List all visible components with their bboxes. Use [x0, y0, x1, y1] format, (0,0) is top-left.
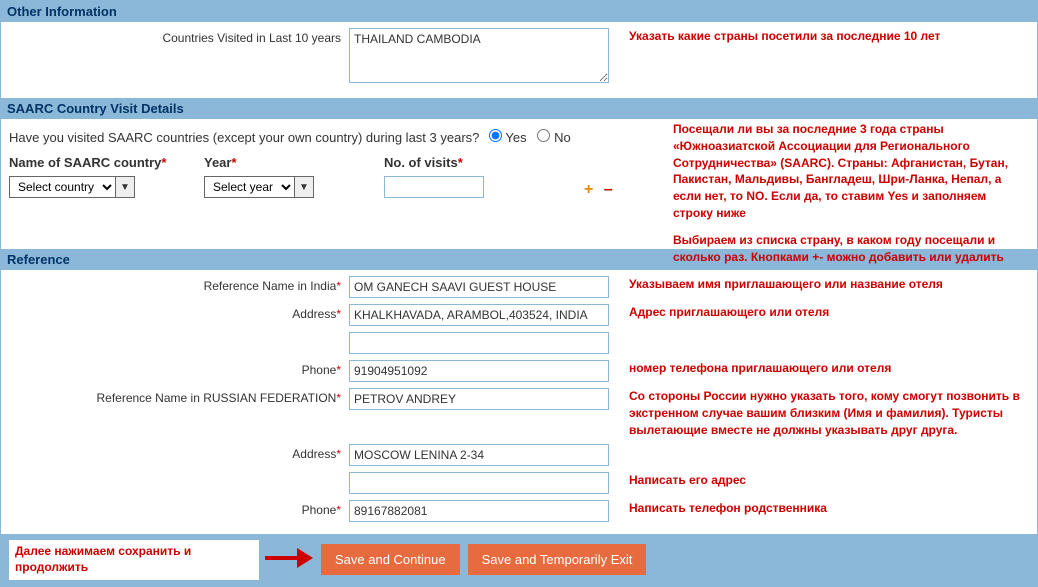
- ref-address-home-input-2[interactable]: [349, 472, 609, 494]
- ref-address-india-input-2[interactable]: [349, 332, 609, 354]
- ref-phone-home-input[interactable]: [349, 500, 609, 522]
- saarc-year-select[interactable]: Select year: [205, 177, 294, 197]
- saarc-yes-label: Yes: [505, 130, 526, 145]
- save-continue-button[interactable]: Save and Continue: [321, 544, 460, 575]
- ref-phone-india-input[interactable]: [349, 360, 609, 382]
- saarc-note-1: Посещали ли вы за последние 3 года стран…: [673, 121, 1025, 222]
- saarc-country-select[interactable]: Select country: [10, 177, 115, 197]
- ref-name-india-label: Reference Name in India: [204, 279, 337, 293]
- ref-name-home-note: Со стороны России нужно указать того, ко…: [619, 388, 1029, 438]
- arrow-right-icon: [263, 544, 313, 575]
- chevron-down-icon: ▼: [115, 177, 134, 197]
- saarc-visits-input[interactable]: [384, 176, 484, 198]
- add-row-icon[interactable]: +: [584, 181, 593, 198]
- remove-row-icon[interactable]: –: [604, 181, 613, 198]
- countries-visited-note: Указать какие страны посетили за последн…: [619, 28, 1029, 45]
- saarc-country-select-wrap[interactable]: Select country ▼: [9, 176, 135, 198]
- countries-visited-label: Countries Visited in Last 10 years: [9, 28, 349, 45]
- chevron-down-icon: ▼: [294, 177, 313, 197]
- saarc-note-2: Выбираем из списка страну, в каком году …: [673, 232, 1025, 266]
- ref-phone-home-note: Написать телефон родственника: [619, 500, 1029, 517]
- ref-name-india-input[interactable]: [349, 276, 609, 298]
- saarc-question: Have you visited SAARC countries (except…: [9, 130, 479, 145]
- section-other-info: Other Information: [1, 1, 1037, 22]
- ref-name-home-label: Reference Name in RUSSIAN FEDERATION: [96, 391, 336, 405]
- ref-phone-india-label: Phone: [302, 363, 337, 377]
- saarc-no-label: No: [554, 130, 571, 145]
- ref-address-home-label: Address: [292, 447, 336, 461]
- saarc-no-radio[interactable]: [537, 129, 550, 142]
- saarc-yes-radio[interactable]: [489, 129, 502, 142]
- ref-name-home-input[interactable]: [349, 388, 609, 410]
- saarc-country-label: Name of SAARC country: [9, 155, 161, 170]
- section-saarc: SAARC Country Visit Details: [1, 98, 1037, 119]
- saarc-visits-label: No. of visits: [384, 155, 458, 170]
- saarc-year-label: Year: [204, 155, 231, 170]
- ref-address-home-input[interactable]: [349, 444, 609, 466]
- save-exit-button[interactable]: Save and Temporarily Exit: [468, 544, 647, 575]
- ref-phone-india-note: номер телефона приглашающего или отеля: [619, 360, 1029, 377]
- footer-note: Далее нажимаем сохранить и продолжить: [15, 544, 253, 575]
- ref-address-india-note: Адрес приглашающего или отеля: [619, 304, 1029, 321]
- ref-address-india-label: Address: [292, 307, 336, 321]
- countries-visited-input[interactable]: THAILAND CAMBODIA: [349, 28, 609, 83]
- ref-address-india-input[interactable]: [349, 304, 609, 326]
- ref-name-india-note: Указываем имя приглашающего или название…: [619, 276, 1029, 293]
- saarc-year-select-wrap[interactable]: Select year ▼: [204, 176, 314, 198]
- ref-address-home-note: Написать его адрес: [619, 472, 1029, 489]
- ref-phone-home-label: Phone: [302, 503, 337, 517]
